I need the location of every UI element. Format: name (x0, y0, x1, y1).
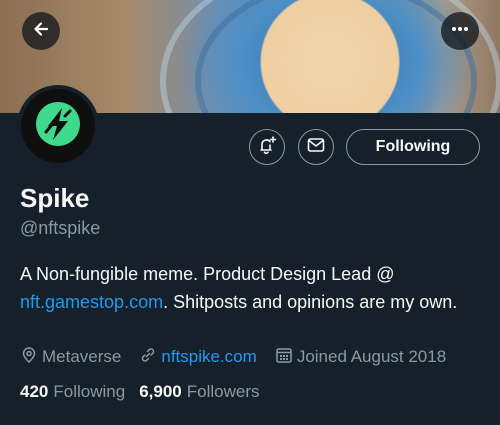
joined-text: Joined August 2018 (296, 347, 447, 366)
followers-count: 6,900 (139, 382, 182, 401)
bell-plus-icon (257, 135, 277, 160)
location-item: Metaverse (20, 346, 121, 369)
following-button[interactable]: Following (346, 129, 480, 165)
profile-bio: A Non-fungible meme. Product Design Lead… (20, 260, 485, 316)
profile-handle: @nftspike (20, 218, 101, 238)
profile-name: Spike (20, 183, 90, 213)
avatar[interactable] (17, 85, 99, 167)
message-button[interactable] (298, 129, 334, 165)
envelope-icon (306, 135, 326, 160)
following-button-label: Following (375, 138, 451, 155)
more-dots-icon (450, 19, 470, 44)
back-button[interactable] (22, 12, 60, 50)
bio-text-end: . Shitposts and opinions are my own. (163, 292, 458, 312)
lightning-bolt-icon (33, 99, 83, 154)
bio-text: A Non-fungible meme. Product Design Lead… (20, 264, 395, 284)
profile-stats: 420 Following 6,900 Followers (20, 382, 273, 402)
followers-label: Followers (186, 382, 260, 401)
following-stat[interactable]: 420 Following (20, 382, 125, 402)
more-options-button[interactable] (441, 12, 479, 50)
profile-meta: Metaverse nftspike.com Joined August 201… (20, 346, 464, 368)
followers-stat[interactable]: 6,900 Followers (139, 382, 259, 402)
following-count: 420 (20, 382, 49, 401)
link-icon (139, 346, 161, 369)
joined-item: Joined August 2018 (275, 346, 446, 369)
avatar-image (21, 89, 95, 163)
following-label: Following (53, 382, 126, 401)
calendar-icon (275, 346, 297, 369)
notifications-button[interactable] (249, 129, 285, 165)
location-text: Metaverse (42, 347, 122, 366)
website-link[interactable]: nftspike.com (161, 347, 256, 367)
bio-link[interactable]: nft.gamestop.com (20, 292, 163, 312)
location-pin-icon (20, 346, 42, 369)
website-item[interactable]: nftspike.com (139, 346, 257, 369)
arrow-left-icon (31, 19, 51, 44)
